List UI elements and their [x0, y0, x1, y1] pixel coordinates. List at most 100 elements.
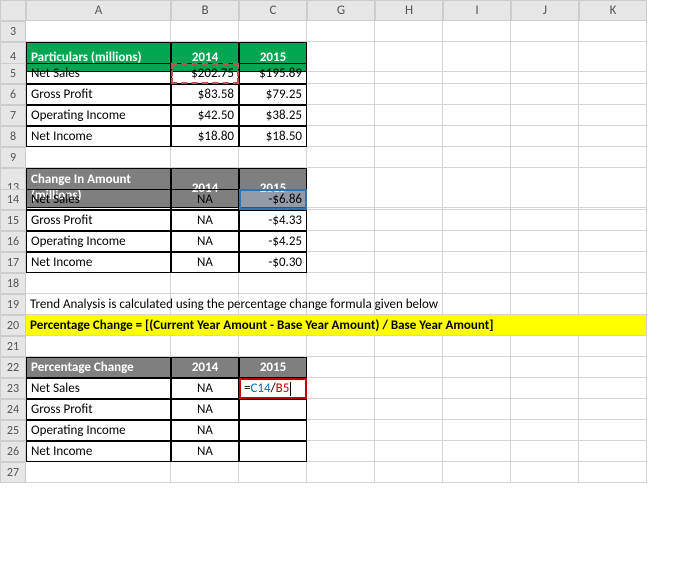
- cell-J7[interactable]: [511, 105, 579, 126]
- cell-H8[interactable]: [375, 126, 443, 147]
- cell-I23[interactable]: [443, 378, 511, 399]
- cell-H7[interactable]: [375, 105, 443, 126]
- cell-B6[interactable]: $83.58: [171, 84, 239, 105]
- cell-K15[interactable]: [579, 210, 647, 231]
- cell-B7[interactable]: $42.50: [171, 105, 239, 126]
- cell-G26[interactable]: [307, 441, 375, 462]
- cell-J17[interactable]: [511, 252, 579, 273]
- cell-K19[interactable]: [579, 294, 647, 315]
- cell-B9[interactable]: [171, 147, 239, 168]
- row-header-18[interactable]: 18: [0, 273, 26, 294]
- cell-A8[interactable]: Net Income: [26, 126, 171, 147]
- cell-A9[interactable]: [26, 147, 171, 168]
- cell-K27[interactable]: [579, 462, 647, 483]
- cell-I21[interactable]: [443, 336, 511, 357]
- cell-I6[interactable]: [443, 84, 511, 105]
- cell-J3[interactable]: [511, 21, 579, 42]
- row-header-15[interactable]: 15: [0, 210, 26, 231]
- table3-header-2015[interactable]: 2015: [239, 357, 307, 378]
- cell-B8[interactable]: $18.80: [171, 126, 239, 147]
- cell-H25[interactable]: [375, 420, 443, 441]
- row-header-8[interactable]: 8: [0, 126, 26, 147]
- cell-J8[interactable]: [511, 126, 579, 147]
- cell-G14[interactable]: [307, 189, 375, 210]
- cell-H15[interactable]: [375, 210, 443, 231]
- row-header-22[interactable]: 22: [0, 357, 26, 378]
- cell-J5[interactable]: [511, 63, 579, 84]
- cell-G17[interactable]: [307, 252, 375, 273]
- cell-C16[interactable]: -$4.25: [239, 231, 307, 252]
- cell-K22[interactable]: [579, 357, 647, 378]
- cell-C15[interactable]: -$4.33: [239, 210, 307, 231]
- cell-C27[interactable]: [239, 462, 307, 483]
- cell-C14-referenced[interactable]: -$6.86: [239, 189, 307, 210]
- cell-K23[interactable]: [579, 378, 647, 399]
- cell-B26[interactable]: NA: [171, 441, 239, 462]
- cell-C17[interactable]: -$0.30: [239, 252, 307, 273]
- cell-A25[interactable]: Operating Income: [26, 420, 171, 441]
- row-header-20[interactable]: 20: [0, 315, 26, 336]
- cell-G5[interactable]: [307, 63, 375, 84]
- cell-C21[interactable]: [239, 336, 307, 357]
- cell-I9[interactable]: [443, 147, 511, 168]
- cell-C24[interactable]: [239, 399, 307, 420]
- cell-A16[interactable]: Operating Income: [26, 231, 171, 252]
- cell-B5-referenced[interactable]: $202.75: [171, 63, 239, 84]
- row-header-27[interactable]: 27: [0, 462, 26, 483]
- col-header-H[interactable]: H: [375, 0, 443, 21]
- cell-K17[interactable]: [579, 252, 647, 273]
- cell-H21[interactable]: [375, 336, 443, 357]
- cell-G27[interactable]: [307, 462, 375, 483]
- cell-I8[interactable]: [443, 126, 511, 147]
- cell-K26[interactable]: [579, 441, 647, 462]
- cell-J23[interactable]: [511, 378, 579, 399]
- cell-H26[interactable]: [375, 441, 443, 462]
- cell-J15[interactable]: [511, 210, 579, 231]
- cell-A24[interactable]: Gross Profit: [26, 399, 171, 420]
- cell-H9[interactable]: [375, 147, 443, 168]
- col-header-K[interactable]: K: [579, 0, 647, 21]
- cell-B16[interactable]: NA: [171, 231, 239, 252]
- cell-I24[interactable]: [443, 399, 511, 420]
- cell-J25[interactable]: [511, 420, 579, 441]
- cell-J24[interactable]: [511, 399, 579, 420]
- col-header-G[interactable]: G: [307, 0, 375, 21]
- cell-A17[interactable]: Net Income: [26, 252, 171, 273]
- cell-H18[interactable]: [375, 273, 443, 294]
- cell-J6[interactable]: [511, 84, 579, 105]
- table3-header-pct[interactable]: Percentage Change: [26, 357, 171, 378]
- cell-G18[interactable]: [307, 273, 375, 294]
- corner-cell[interactable]: [0, 0, 26, 21]
- col-header-I[interactable]: I: [443, 0, 511, 21]
- row-header-26[interactable]: 26: [0, 441, 26, 462]
- col-header-C[interactable]: C: [239, 0, 307, 21]
- cell-K18[interactable]: [579, 273, 647, 294]
- cell-I17[interactable]: [443, 252, 511, 273]
- cell-J18[interactable]: [511, 273, 579, 294]
- cell-G8[interactable]: [307, 126, 375, 147]
- cell-I16[interactable]: [443, 231, 511, 252]
- cell-A14[interactable]: Net Sales: [26, 189, 171, 210]
- cell-K14[interactable]: [579, 189, 647, 210]
- cell-C3[interactable]: [239, 21, 307, 42]
- cell-J22[interactable]: [511, 357, 579, 378]
- cell-J16[interactable]: [511, 231, 579, 252]
- cell-A26[interactable]: Net Income: [26, 441, 171, 462]
- cell-I14[interactable]: [443, 189, 511, 210]
- cell-J21[interactable]: [511, 336, 579, 357]
- cell-G23[interactable]: [307, 378, 375, 399]
- cell-A15[interactable]: Gross Profit: [26, 210, 171, 231]
- cell-A3[interactable]: [26, 21, 171, 42]
- cell-G9[interactable]: [307, 147, 375, 168]
- cell-K3[interactable]: [579, 21, 647, 42]
- cell-I25[interactable]: [443, 420, 511, 441]
- cell-A19-note[interactable]: Trend Analysis is calculated using the p…: [26, 294, 171, 315]
- cell-J14[interactable]: [511, 189, 579, 210]
- cell-H6[interactable]: [375, 84, 443, 105]
- col-header-J[interactable]: J: [511, 0, 579, 21]
- cell-A27[interactable]: [26, 462, 171, 483]
- cell-G15[interactable]: [307, 210, 375, 231]
- cell-B25[interactable]: NA: [171, 420, 239, 441]
- col-header-A[interactable]: A: [26, 0, 171, 21]
- cell-H3[interactable]: [375, 21, 443, 42]
